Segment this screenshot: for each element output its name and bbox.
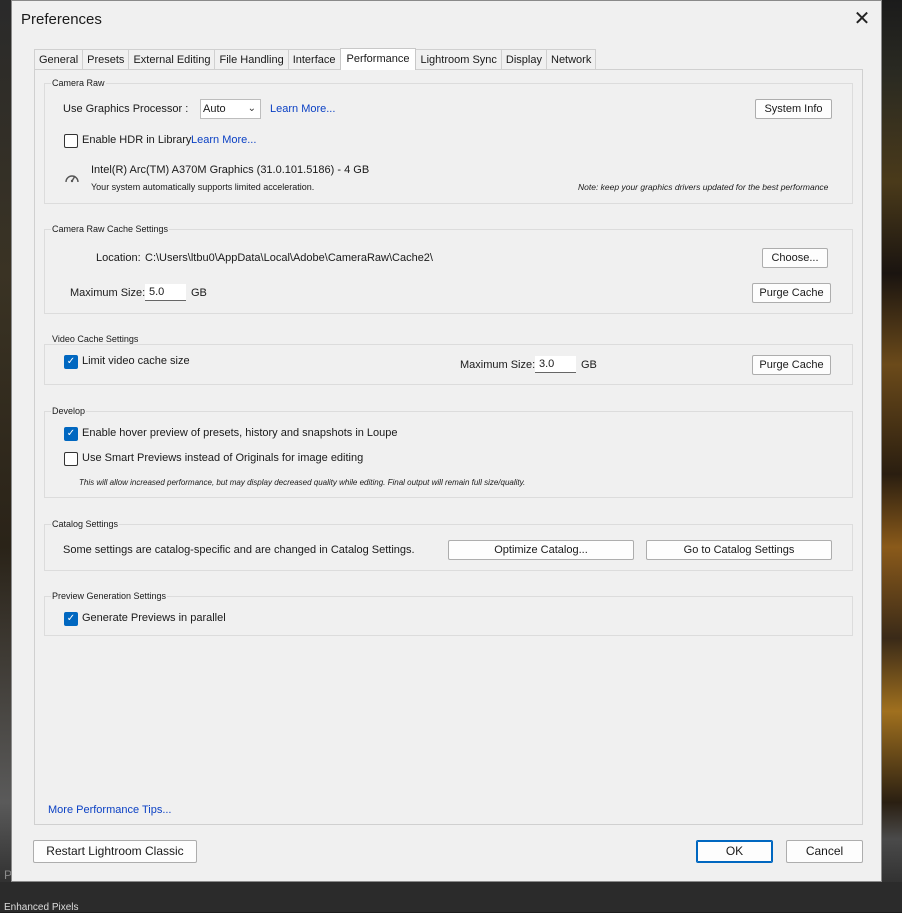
video-max-field[interactable] [535, 356, 576, 373]
parallel-previews-label: Generate Previews in parallel [82, 612, 226, 624]
restart-lightroom-button[interactable]: Restart Lightroom Classic [33, 840, 197, 863]
camera-raw-label: Camera Raw [51, 78, 106, 88]
optimize-catalog-button[interactable]: Optimize Catalog... [448, 540, 634, 560]
tab-bar: General Presets External Editing File Ha… [34, 48, 597, 70]
parallel-previews-checkbox[interactable]: ✓ [64, 612, 78, 626]
tab-network[interactable]: Network [546, 49, 597, 70]
tab-presets[interactable]: Presets [82, 49, 130, 70]
choose-button[interactable]: Choose... [762, 248, 828, 268]
tab-general[interactable]: General [34, 49, 84, 70]
hdr-learn-more-link[interactable]: Learn More... [191, 134, 256, 146]
cache-location-label: Location: [96, 252, 141, 264]
gpu-note: Note: keep your graphics drivers updated… [578, 182, 829, 192]
gpu-select[interactable]: Auto ⌄ [200, 99, 261, 119]
smart-previews-note: This will allow increased performance, b… [79, 478, 526, 487]
cache-location-value: C:\Users\ltbu0\AppData\Local\Adobe\Camer… [145, 252, 433, 264]
tab-display[interactable]: Display [500, 49, 547, 70]
video-unit: GB [581, 359, 597, 371]
background-label-2: Enhanced Pixels [4, 902, 79, 913]
video-purge-button[interactable]: Purge Cache [752, 355, 831, 375]
video-limit-label: Limit video cache size [82, 355, 190, 367]
chevron-down-icon: ⌄ [247, 103, 256, 114]
ok-button[interactable]: OK [696, 840, 773, 863]
catalog-label: Catalog Settings [51, 519, 120, 529]
develop-label: Develop [51, 406, 87, 416]
hover-preview-label: Enable hover preview of presets, history… [82, 427, 398, 439]
video-max-label: Maximum Size: [460, 359, 536, 371]
hover-preview-checkbox[interactable]: ✓ [64, 427, 78, 441]
more-performance-tips-link[interactable]: More Performance Tips... [48, 804, 172, 816]
performance-panel: Camera Raw Use Graphics Processor : Auto… [34, 69, 863, 825]
cache-max-field[interactable] [145, 284, 186, 301]
tab-external-editing[interactable]: External Editing [128, 49, 216, 70]
cache-label: Camera Raw Cache Settings [51, 224, 170, 234]
gpu-label: Use Graphics Processor : [63, 103, 189, 115]
gauge-icon [64, 170, 80, 186]
video-label: Video Cache Settings [51, 334, 140, 344]
close-icon[interactable]: ✕ [851, 9, 873, 31]
hdr-checkbox[interactable] [64, 134, 78, 148]
go-to-catalog-settings-button[interactable]: Go to Catalog Settings [646, 540, 832, 560]
preferences-dialog: Preferences ✕ General Presets External E… [11, 0, 882, 882]
hdr-label: Enable HDR in Library [82, 134, 192, 146]
background-photo-right [882, 0, 902, 912]
background-app-bar [0, 882, 902, 912]
smart-previews-label: Use Smart Previews instead of Originals … [82, 452, 364, 464]
video-limit-checkbox[interactable]: ✓ [64, 355, 78, 369]
tab-lightroom-sync[interactable]: Lightroom Sync [415, 49, 502, 70]
cancel-button[interactable]: Cancel [786, 840, 863, 863]
cache-purge-button[interactable]: Purge Cache [752, 283, 831, 303]
gpu-status: Your system automatically supports limit… [91, 182, 315, 192]
preview-label: Preview Generation Settings [51, 591, 168, 601]
system-info-button[interactable]: System Info [755, 99, 832, 119]
cache-max-label: Maximum Size: [70, 287, 146, 299]
cache-group [44, 229, 853, 314]
tab-performance[interactable]: Performance [339, 48, 417, 70]
gpu-name: Intel(R) Arc(TM) A370M Graphics (31.0.10… [91, 164, 370, 176]
dialog-title: Preferences [21, 11, 102, 28]
smart-previews-checkbox[interactable] [64, 452, 78, 466]
tab-file-handling[interactable]: File Handling [214, 49, 289, 70]
gpu-select-value: Auto [203, 103, 226, 115]
tab-interface[interactable]: Interface [287, 49, 341, 70]
cache-unit: GB [191, 287, 207, 299]
catalog-text: Some settings are catalog-specific and a… [63, 544, 415, 556]
gpu-learn-more-link[interactable]: Learn More... [270, 103, 335, 115]
